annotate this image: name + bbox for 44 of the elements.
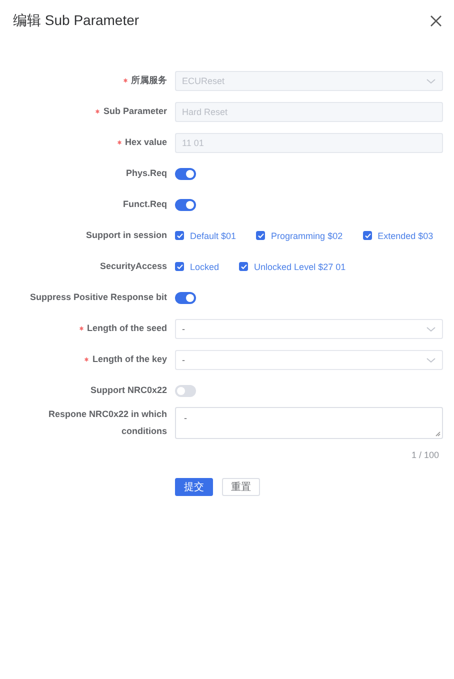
field-label: Funct.Req bbox=[123, 198, 167, 211]
checkbox-label[interactable]: Locked bbox=[190, 262, 220, 272]
dialog-title: 编辑 Sub Parameter bbox=[13, 12, 140, 30]
chevron-down-icon bbox=[426, 356, 436, 362]
character-counter: 1 / 100 bbox=[411, 450, 439, 460]
checkbox-label[interactable]: Unlocked Level $27 01 bbox=[254, 262, 346, 272]
check-icon bbox=[240, 263, 248, 270]
field-label: Respone NRC0x22 in which conditions bbox=[47, 408, 167, 438]
check-icon bbox=[257, 232, 264, 239]
checkbox-label[interactable]: Default $01 bbox=[190, 230, 236, 240]
checkbox[interactable] bbox=[175, 231, 184, 240]
close-button[interactable] bbox=[430, 15, 442, 27]
checkbox[interactable] bbox=[362, 231, 372, 240]
checkbox[interactable] bbox=[239, 262, 248, 271]
check-icon bbox=[364, 232, 371, 239]
field-label: Sub Parameter bbox=[103, 105, 167, 118]
checkbox-label[interactable]: Extended $03 bbox=[378, 230, 434, 240]
chevron-down-icon bbox=[426, 326, 436, 332]
field-label: Phys.Req bbox=[126, 167, 167, 180]
check-icon bbox=[176, 263, 183, 270]
field-label: Support NRC0x22 bbox=[90, 384, 167, 397]
select-field[interactable]: - bbox=[175, 318, 443, 338]
checkbox-label[interactable]: Programming $02 bbox=[271, 230, 343, 240]
chevron-down-icon bbox=[426, 78, 436, 84]
toggle-switch[interactable] bbox=[175, 384, 196, 396]
field-label: Support in session bbox=[86, 229, 167, 242]
close-icon bbox=[430, 15, 442, 27]
toggle-switch[interactable] bbox=[175, 198, 196, 210]
submit-button[interactable]: 提交 bbox=[175, 478, 213, 496]
toggle-switch[interactable] bbox=[175, 168, 196, 180]
field-label: Length of the key bbox=[92, 353, 167, 366]
toggle-switch[interactable] bbox=[175, 292, 196, 304]
field-label: 所属服务 bbox=[131, 74, 167, 87]
resize-grip-icon bbox=[435, 431, 441, 437]
check-icon bbox=[176, 232, 183, 239]
text-area[interactable]: - bbox=[175, 407, 443, 439]
field-label: Hex value bbox=[124, 136, 167, 149]
field-label: SecurityAccess bbox=[100, 260, 167, 273]
checkbox[interactable] bbox=[175, 262, 184, 271]
field-label: Suppress Positive Response bit bbox=[30, 291, 167, 304]
field-label: Length of the seed bbox=[86, 322, 167, 335]
select-field[interactable]: - bbox=[175, 350, 443, 370]
checkbox[interactable] bbox=[256, 231, 266, 240]
reset-button[interactable]: 重置 bbox=[222, 478, 260, 496]
